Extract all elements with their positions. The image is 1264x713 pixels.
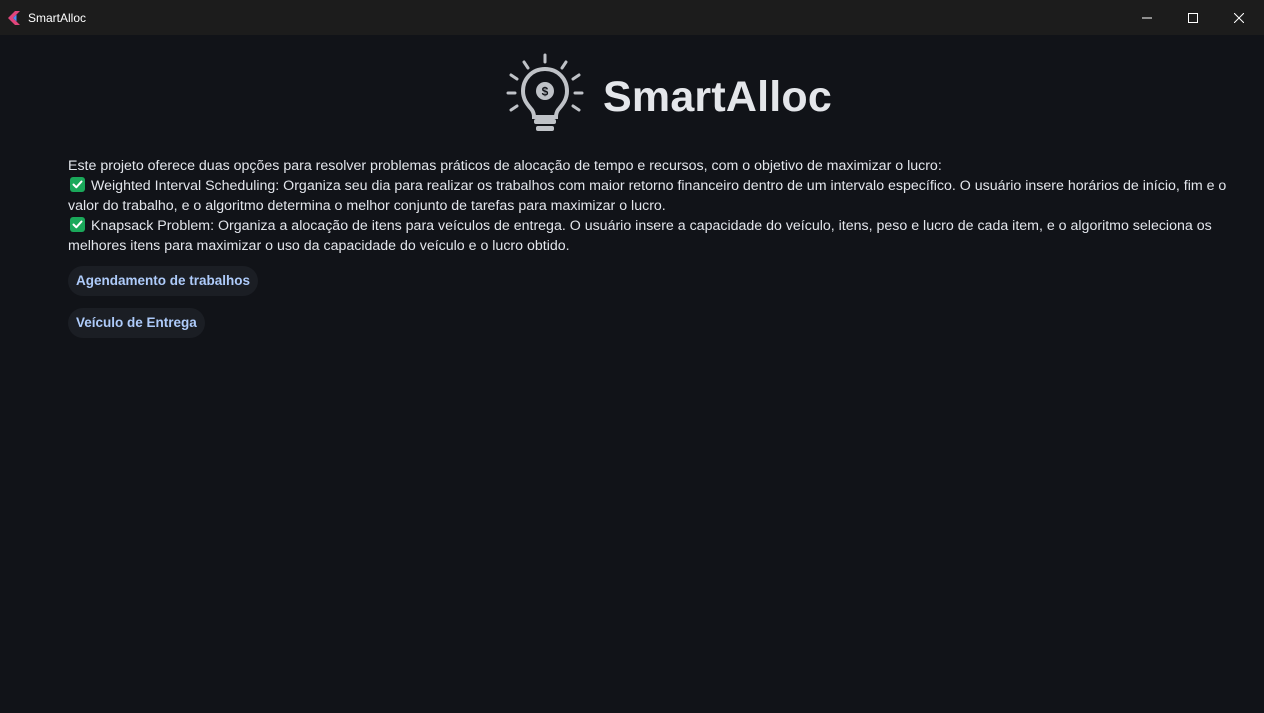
delivery-vehicle-button[interactable]: Veículo de Entrega: [68, 308, 205, 338]
check-box-icon: [70, 177, 85, 192]
title-bar[interactable]: SmartAlloc: [0, 0, 1264, 35]
list-item: Weighted Interval Scheduling: Organiza s…: [68, 176, 1258, 216]
intro-text: Este projeto oferece duas opções para re…: [68, 158, 942, 174]
minimize-button[interactable]: [1124, 0, 1170, 35]
minimize-icon: [1142, 17, 1152, 18]
maximize-icon: [1188, 12, 1198, 23]
window-title: SmartAlloc: [28, 11, 87, 25]
app-heading: SmartAlloc: [603, 73, 833, 121]
description: Este projeto oferece duas opções para re…: [68, 156, 1258, 256]
scheduling-button[interactable]: Agendamento de trabalhos: [68, 266, 259, 296]
app-window: SmartAlloc $ SmartAlloc Este projeto ofe…: [0, 0, 1264, 713]
list-item-text: Weighted Interval Scheduling: Organiza s…: [68, 178, 1227, 214]
list-item: Knapsack Problem: Organiza a alocação de…: [68, 216, 1258, 256]
maximize-button[interactable]: [1170, 0, 1216, 35]
close-button[interactable]: [1216, 0, 1262, 35]
app-logo-icon: [8, 11, 20, 25]
svg-text:$: $: [542, 85, 549, 99]
lightbulb-dollar-icon: $: [505, 53, 585, 135]
close-icon: [1234, 12, 1244, 23]
list-item-text: Knapsack Problem: Organiza a alocação de…: [68, 218, 1212, 254]
check-box-icon: [70, 217, 85, 232]
